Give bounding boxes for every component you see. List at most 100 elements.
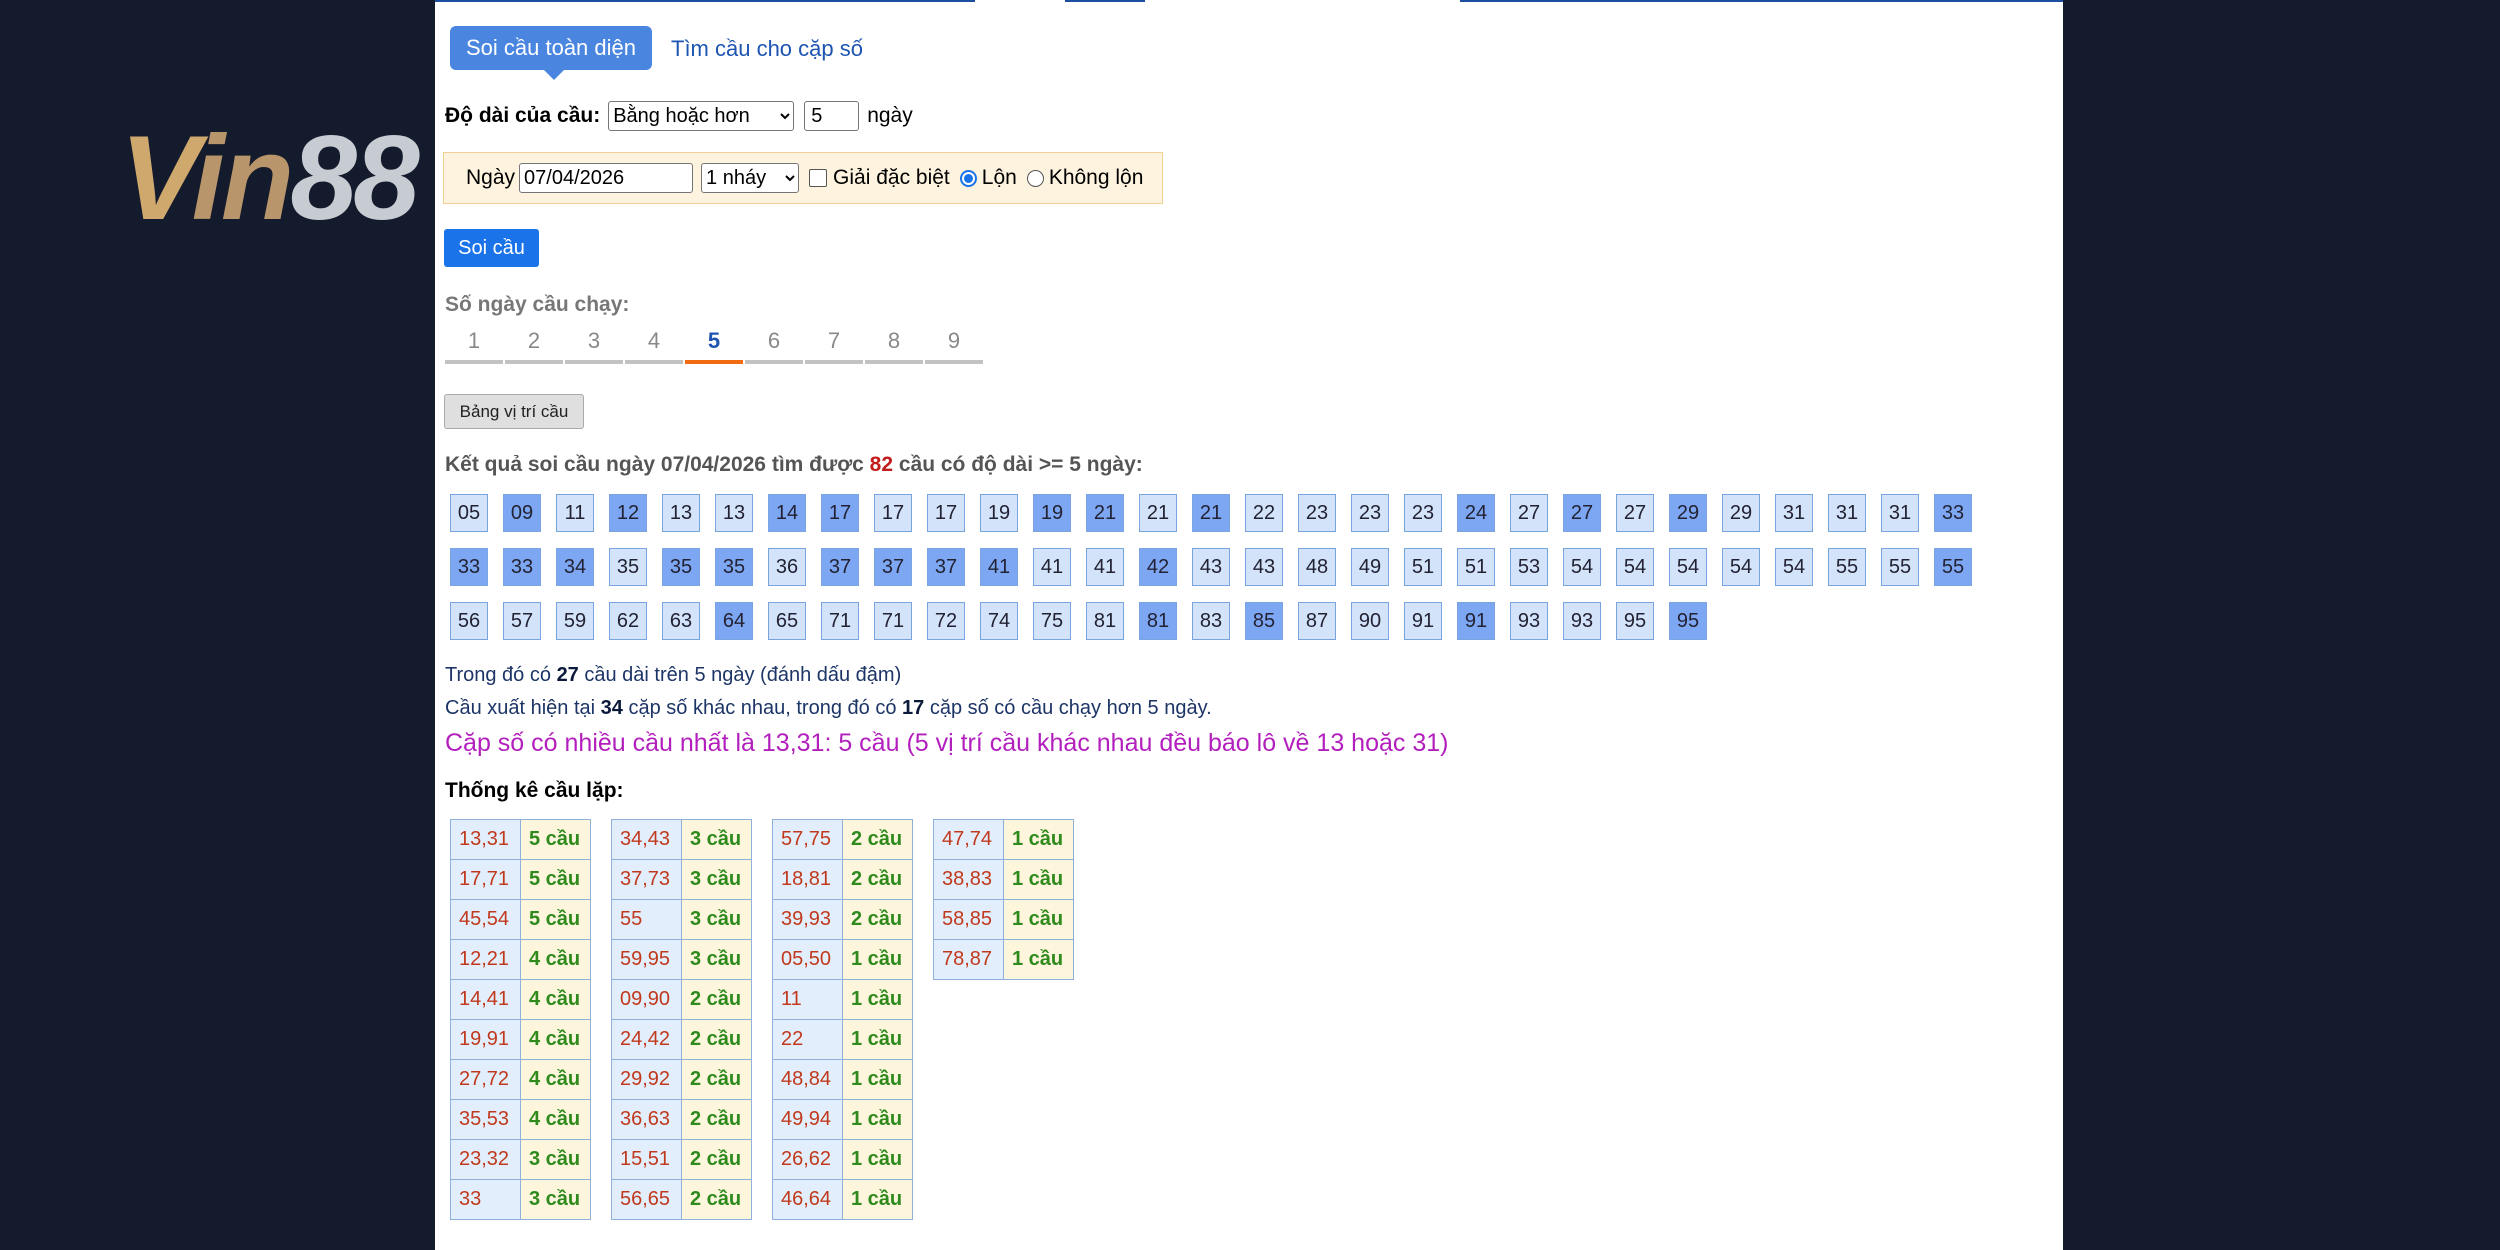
tab-tim-cau-cho-cap-so[interactable]: Tìm cầu cho cặp số	[671, 36, 863, 62]
number-cell[interactable]: 90	[1351, 602, 1389, 640]
number-cell[interactable]: 21	[1192, 494, 1230, 532]
number-cell[interactable]: 95	[1669, 602, 1707, 640]
number-cell[interactable]: 23	[1298, 494, 1336, 532]
number-cell[interactable]: 54	[1722, 548, 1760, 586]
tab-soi-cau-toan-dien[interactable]: Soi cầu toàn diện	[450, 26, 652, 80]
number-cell[interactable]: 91	[1404, 602, 1442, 640]
number-cell[interactable]: 43	[1192, 548, 1230, 586]
number-cell[interactable]: 19	[1033, 494, 1071, 532]
date-input[interactable]	[519, 163, 694, 193]
day-tab-7[interactable]: 7	[805, 328, 863, 364]
number-cell[interactable]: 27	[1563, 494, 1601, 532]
number-cell[interactable]: 41	[1086, 548, 1124, 586]
number-cell[interactable]: 09	[503, 494, 541, 532]
nhay-select[interactable]: 1 nháy	[701, 163, 800, 193]
number-cell[interactable]: 29	[1669, 494, 1707, 532]
number-cell[interactable]: 56	[450, 602, 488, 640]
number-cell[interactable]: 85	[1245, 602, 1283, 640]
number-cell[interactable]: 43	[1245, 548, 1283, 586]
number-cell[interactable]: 55	[1881, 548, 1919, 586]
number-cell[interactable]: 37	[821, 548, 859, 586]
number-cell[interactable]: 29	[1722, 494, 1760, 532]
number-cell[interactable]: 87	[1298, 602, 1336, 640]
number-cell[interactable]: 27	[1510, 494, 1548, 532]
number-cell[interactable]: 95	[1616, 602, 1654, 640]
number-cell[interactable]: 53	[1510, 548, 1548, 586]
number-cell[interactable]: 42	[1139, 548, 1177, 586]
number-cell[interactable]: 71	[874, 602, 912, 640]
number-cell[interactable]: 37	[874, 548, 912, 586]
number-cell[interactable]: 19	[980, 494, 1018, 532]
number-cell[interactable]: 17	[821, 494, 859, 532]
number-cell[interactable]: 23	[1351, 494, 1389, 532]
number-cell[interactable]: 54	[1563, 548, 1601, 586]
number-cell[interactable]: 55	[1828, 548, 1866, 586]
lon-radio[interactable]: Lộn	[959, 166, 1017, 190]
number-cell[interactable]: 55	[1934, 548, 1972, 586]
number-cell[interactable]: 75	[1033, 602, 1071, 640]
number-cell[interactable]: 64	[715, 602, 753, 640]
number-cell[interactable]: 62	[609, 602, 647, 640]
number-cell[interactable]: 71	[821, 602, 859, 640]
number-cell[interactable]: 93	[1563, 602, 1601, 640]
number-cell[interactable]: 12	[609, 494, 647, 532]
number-cell[interactable]: 41	[980, 548, 1018, 586]
number-cell[interactable]: 72	[927, 602, 965, 640]
number-cell[interactable]: 31	[1775, 494, 1813, 532]
days-input[interactable]	[804, 101, 860, 131]
number-cell[interactable]: 23	[1404, 494, 1442, 532]
number-cell[interactable]: 35	[609, 548, 647, 586]
soi-cau-button[interactable]: Soi cầu	[444, 229, 539, 267]
day-tab-1[interactable]: 1	[445, 328, 503, 364]
number-cell[interactable]: 24	[1457, 494, 1495, 532]
number-cell[interactable]: 54	[1616, 548, 1654, 586]
number-cell[interactable]: 33	[1934, 494, 1972, 532]
number-cell[interactable]: 57	[503, 602, 541, 640]
number-cell[interactable]: 17	[927, 494, 965, 532]
number-cell[interactable]: 54	[1775, 548, 1813, 586]
number-cell[interactable]: 35	[715, 548, 753, 586]
day-tab-5[interactable]: 5	[685, 328, 743, 364]
day-tab-8[interactable]: 8	[865, 328, 923, 364]
day-tab-9[interactable]: 9	[925, 328, 983, 364]
number-cell[interactable]: 59	[556, 602, 594, 640]
number-cell[interactable]: 11	[556, 494, 594, 532]
number-cell[interactable]: 05	[450, 494, 488, 532]
number-cell[interactable]: 21	[1086, 494, 1124, 532]
number-cell[interactable]: 22	[1245, 494, 1283, 532]
number-cell[interactable]: 81	[1086, 602, 1124, 640]
special-prize-checkbox[interactable]: Giải đặc biệt	[809, 166, 950, 190]
number-cell[interactable]: 91	[1457, 602, 1495, 640]
number-cell[interactable]: 31	[1828, 494, 1866, 532]
position-table-button[interactable]: Bảng vị trí cầu	[444, 394, 584, 429]
number-cell[interactable]: 65	[768, 602, 806, 640]
number-cell[interactable]: 36	[768, 548, 806, 586]
day-tab-2[interactable]: 2	[505, 328, 563, 364]
length-select[interactable]: Bằng hoặc hơn	[608, 101, 795, 131]
number-cell[interactable]: 51	[1457, 548, 1495, 586]
number-cell[interactable]: 34	[556, 548, 594, 586]
number-cell[interactable]: 81	[1139, 602, 1177, 640]
day-tab-6[interactable]: 6	[745, 328, 803, 364]
number-cell[interactable]: 33	[503, 548, 541, 586]
number-cell[interactable]: 21	[1139, 494, 1177, 532]
number-cell[interactable]: 83	[1192, 602, 1230, 640]
number-cell[interactable]: 49	[1351, 548, 1389, 586]
number-cell[interactable]: 51	[1404, 548, 1442, 586]
number-cell[interactable]: 33	[450, 548, 488, 586]
number-cell[interactable]: 37	[927, 548, 965, 586]
day-tab-3[interactable]: 3	[565, 328, 623, 364]
day-tab-4[interactable]: 4	[625, 328, 683, 364]
number-cell[interactable]: 93	[1510, 602, 1548, 640]
number-cell[interactable]: 35	[662, 548, 700, 586]
number-cell[interactable]: 17	[874, 494, 912, 532]
number-cell[interactable]: 54	[1669, 548, 1707, 586]
number-cell[interactable]: 13	[662, 494, 700, 532]
number-cell[interactable]: 63	[662, 602, 700, 640]
number-cell[interactable]: 48	[1298, 548, 1336, 586]
number-cell[interactable]: 14	[768, 494, 806, 532]
number-cell[interactable]: 27	[1616, 494, 1654, 532]
number-cell[interactable]: 41	[1033, 548, 1071, 586]
number-cell[interactable]: 31	[1881, 494, 1919, 532]
khong-lon-radio[interactable]: Không lộn	[1026, 166, 1143, 190]
